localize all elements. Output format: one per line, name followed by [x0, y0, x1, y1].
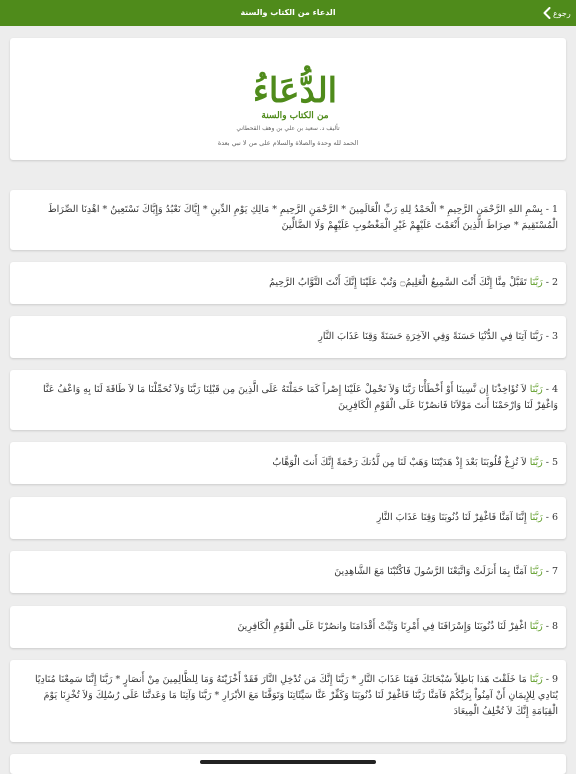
home-indicator[interactable]: [200, 760, 376, 764]
dua-number: 2 -: [542, 277, 558, 288]
dua-card[interactable]: 4 - رَبَّنَا لاَ تُؤَاخِذْنَا إِن نَّسِي…: [10, 370, 566, 430]
logo-main-text: الدُّعَاءُ: [253, 64, 337, 111]
dua-number: 4 -: [542, 384, 558, 395]
dua-body: لاَ تُؤَاخِذْنَا إِن نَّسِينَا أَوْ أَخْ…: [42, 384, 558, 411]
dua-body: مَا خَلَقْتَ هَذا بَاطِلاً سُبْحَانَكَ ف…: [35, 674, 558, 717]
dua-number: 1 -: [542, 204, 558, 215]
dua-card[interactable]: 5 - رَبَّنَا لاَ تُزِغْ قُلُوبَنَا بَعْد…: [10, 442, 566, 484]
dua-rabbana: رَبَّنَا: [529, 621, 543, 632]
dua-text: 7 - رَبَّنَا آمَنَّا بِمَا أَنزَلَتْ وَا…: [20, 564, 558, 580]
dua-body: تَقَبَّلْ مِنَّا إِنَّكَ أَنْتَ السَّمِي…: [269, 277, 530, 288]
dua-number: 7 -: [542, 566, 558, 577]
dua-card[interactable]: 2 - رَبَّنَا تَقَبَّلْ مِنَّا إِنَّكَ أَ…: [10, 262, 566, 304]
dua-text: 9 - رَبَّنَا مَا خَلَقْتَ هَذا بَاطِلاً …: [20, 672, 558, 720]
logo-sub-text: من الكتاب والسنة: [261, 110, 328, 121]
dua-card[interactable]: 3 - رَبَّنَا آتِنَا فِي الدُّنْيَا حَسَن…: [10, 316, 566, 358]
dua-body: بِسْمِ اللهِ الرَّحْمَنِ الرَّحِيمِ * ال…: [47, 204, 558, 231]
dua-body: اغْفِرْ لَنَا ذُنُوبَنَا وَإِسْرَافَنَا …: [237, 621, 530, 632]
dua-card[interactable]: 1 - بِسْمِ اللهِ الرَّحْمَنِ الرَّحِيمِ …: [10, 190, 566, 250]
dua-body: لاَ تُزِغْ قُلُوبَنَا بَعْدَ إِذْ هَدَيْ…: [272, 457, 530, 468]
dua-text: 3 - رَبَّنَا آتِنَا فِي الدُّنْيَا حَسَن…: [20, 329, 558, 345]
dua-rabbana: رَبَّنَا: [529, 674, 543, 685]
dua-body: آمَنَّا بِمَا أَنزَلَتْ وَاتَّبَعْنَا ال…: [334, 566, 530, 577]
dua-card[interactable]: 7 - رَبَّنَا آمَنَّا بِمَا أَنزَلَتْ وَا…: [10, 551, 566, 593]
dua-body: رَبَّنَا آتِنَا فِي الدُّنْيَا حَسَنَةً …: [318, 331, 543, 342]
dua-rabbana: رَبَّنَا: [529, 457, 543, 468]
dua-number: 6 -: [542, 512, 558, 523]
book-header-card: الدُّعَاءُ من الكتاب والسنة تأليف د. سعي…: [10, 38, 566, 160]
dua-number: 9 -: [542, 674, 558, 685]
dua-rabbana: رَبَّنَا: [529, 566, 543, 577]
dua-rabbana: رَبَّنَا: [529, 384, 543, 395]
dua-number: 3 -: [542, 331, 558, 342]
author-line: تأليف د. سعيد بن علي بن وهف القحطاني: [236, 125, 340, 132]
book-logo: الدُّعَاءُ من الكتاب والسنة: [253, 64, 337, 121]
dua-number: 5 -: [542, 457, 558, 468]
dua-number: 8 -: [542, 621, 558, 632]
dua-text: 4 - رَبَّنَا لاَ تُؤَاخِذْنَا إِن نَّسِي…: [20, 382, 558, 414]
dua-card[interactable]: 8 - رَبَّنَا اغْفِرْ لَنَا ذُنُوبَنَا وَ…: [10, 606, 566, 648]
dua-text: 6 - رَبَّنَا إِنَّنَا آمَنَّا فَاغْفِرْ …: [20, 510, 558, 526]
dua-body: إِنَّنَا آمَنَّا فَاغْفِرْ لَنَا ذُنُوبَ…: [376, 512, 530, 523]
dua-text: 8 - رَبَّنَا اغْفِرْ لَنَا ذُنُوبَنَا وَ…: [20, 619, 558, 635]
dua-rabbana: رَبَّنَا: [529, 277, 543, 288]
dua-text: 5 - رَبَّنَا لاَ تُزِغْ قُلُوبَنَا بَعْد…: [20, 455, 558, 471]
salutation-line: الحمد لله وحدة والصلاة والسلام على من لا…: [217, 139, 359, 147]
dua-card[interactable]: [10, 754, 566, 774]
dua-text: 1 - بِسْمِ اللهِ الرَّحْمَنِ الرَّحِيمِ …: [20, 202, 558, 234]
page-title: الدعاء من الكتاب والسنة: [240, 8, 336, 17]
top-navigation-bar: رجوع الدعاء من الكتاب والسنة: [0, 0, 576, 26]
dua-card[interactable]: 6 - رَبَّنَا إِنَّنَا آمَنَّا فَاغْفِرْ …: [10, 497, 566, 539]
dua-text: 2 - رَبَّنَا تَقَبَّلْ مِنَّا إِنَّكَ أَ…: [20, 275, 558, 291]
dua-card[interactable]: 9 - رَبَّنَا مَا خَلَقْتَ هَذا بَاطِلاً …: [10, 660, 566, 742]
dua-rabbana: رَبَّنَا: [529, 512, 543, 523]
